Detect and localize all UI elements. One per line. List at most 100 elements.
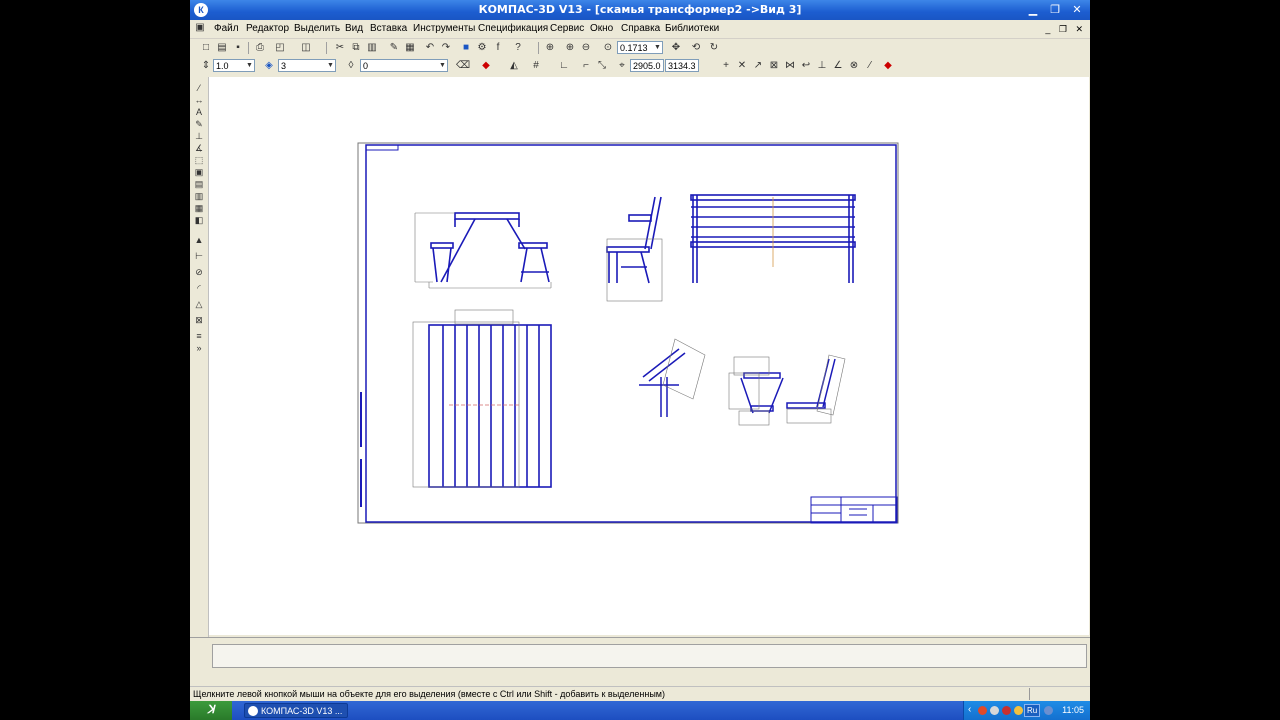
coord-y-field[interactable]: 3134.3 bbox=[665, 59, 699, 72]
menu-libraries[interactable]: Библиотеки bbox=[665, 23, 719, 34]
view-manager-icon[interactable]: ◫ bbox=[300, 42, 312, 54]
dimensions-icon[interactable]: ↔ bbox=[193, 95, 205, 105]
snap-on-curve-icon[interactable]: ⁄ bbox=[864, 60, 876, 72]
format-painter-icon[interactable]: ✎ bbox=[388, 42, 400, 54]
parametrization-icon[interactable]: ⊥ bbox=[193, 131, 205, 141]
copy-icon[interactable]: ⧉ bbox=[350, 42, 362, 54]
spec-icon[interactable]: ▤ bbox=[193, 179, 205, 189]
print-icon[interactable]: ⎙ bbox=[254, 42, 266, 54]
snap-intersection-icon[interactable]: + bbox=[720, 60, 732, 72]
local-cs-icon[interactable]: ∟ bbox=[558, 60, 570, 72]
open-folder-icon[interactable]: ▤ bbox=[216, 42, 228, 54]
snap-angle-icon[interactable]: ∠ bbox=[832, 60, 844, 72]
coord-x-field[interactable]: 2905.0 bbox=[630, 59, 664, 72]
mdi-window-buttons[interactable]: _ ❐ ✕ bbox=[1045, 24, 1086, 35]
circle-icon[interactable]: ⊘ bbox=[193, 267, 205, 277]
paste-icon[interactable]: ▥ bbox=[366, 42, 378, 54]
context-help-icon[interactable]: ? bbox=[512, 42, 524, 54]
chevron-down-icon[interactable]: ▼ bbox=[245, 60, 254, 71]
snap-nearest-icon[interactable]: ↗ bbox=[752, 60, 764, 72]
tray-network-icon[interactable] bbox=[990, 706, 999, 715]
zoom-combo[interactable]: 0.1713 ▼ bbox=[617, 41, 663, 54]
properties-icon[interactable]: ▦ bbox=[404, 42, 416, 54]
arc-icon[interactable]: ◜ bbox=[193, 283, 205, 293]
snap-middle-icon[interactable]: ⊠ bbox=[768, 60, 780, 72]
menu-file[interactable]: Файл bbox=[214, 23, 239, 34]
minimize-button[interactable]: ▁ bbox=[1024, 2, 1042, 18]
point-icon[interactable]: ▲ bbox=[193, 235, 205, 245]
taskbar-item-kompas[interactable]: КОМПАС-3D V13 ... bbox=[244, 703, 348, 718]
start-button[interactable]: ꓘ bbox=[190, 701, 232, 720]
clear-style-icon[interactable]: ⌫ bbox=[456, 60, 470, 72]
hatch-icon[interactable]: ≡ bbox=[193, 331, 205, 341]
menu-view[interactable]: Вид bbox=[345, 23, 363, 34]
chevron-down-icon[interactable]: ▼ bbox=[438, 60, 447, 71]
editing-icon[interactable]: ✎ bbox=[193, 119, 205, 129]
properties-field[interactable] bbox=[212, 644, 1087, 668]
associative-views-icon[interactable]: ▣ bbox=[193, 167, 205, 177]
tray-volume-icon[interactable] bbox=[1014, 706, 1023, 715]
tray-security-icon[interactable] bbox=[1002, 706, 1011, 715]
snap-point-icon[interactable]: ✕ bbox=[736, 60, 748, 72]
menu-insert[interactable]: Вставка bbox=[370, 23, 407, 34]
layer-icon[interactable]: ◈ bbox=[263, 60, 275, 72]
local-snap-icon[interactable]: ◭ bbox=[508, 60, 520, 72]
snap-center-icon[interactable]: ⋈ bbox=[784, 60, 796, 72]
undo-icon[interactable]: ↶ bbox=[424, 42, 436, 54]
rotate-view-icon[interactable]: ⟲ bbox=[690, 42, 702, 54]
chevron-down-icon[interactable]: ▼ bbox=[326, 60, 335, 71]
insert-icon[interactable]: ▦ bbox=[193, 203, 205, 213]
redo-icon[interactable]: ↷ bbox=[440, 42, 452, 54]
tray-keyboard-icon[interactable] bbox=[1044, 706, 1053, 715]
zoom-out-icon[interactable]: ⊖ bbox=[580, 42, 592, 54]
snap-normal-icon[interactable]: ⊥ bbox=[816, 60, 828, 72]
document-menu-icon[interactable]: ▣ bbox=[194, 22, 206, 34]
snap-global-icon[interactable]: ◆ bbox=[480, 60, 492, 72]
ortho-icon[interactable]: ⌐ bbox=[580, 60, 592, 72]
line-style-icon[interactable]: ◊ bbox=[345, 60, 357, 72]
snap-tangent-icon[interactable]: ↩ bbox=[800, 60, 812, 72]
chevron-down-icon[interactable]: ▼ bbox=[653, 42, 662, 53]
tray-app-icon[interactable] bbox=[978, 706, 987, 715]
designations-icon[interactable]: A bbox=[193, 107, 205, 117]
manager-icon[interactable]: ■ bbox=[460, 42, 472, 54]
round-icon[interactable]: ⤡ bbox=[596, 60, 608, 72]
pan-icon[interactable]: ✥ bbox=[670, 42, 682, 54]
coordinates-icon[interactable]: ⌖ bbox=[616, 60, 628, 72]
cut-icon[interactable]: ✂ bbox=[334, 42, 346, 54]
measure-icon[interactable]: ∡ bbox=[193, 143, 205, 153]
segment-icon[interactable]: ⊢ bbox=[193, 251, 205, 261]
reports-icon[interactable]: ▥ bbox=[193, 191, 205, 201]
language-indicator[interactable]: Ru bbox=[1024, 704, 1041, 717]
step-combo[interactable]: 1.0 ▼ bbox=[213, 59, 255, 72]
geometry-icon[interactable]: ⁄ bbox=[193, 83, 205, 93]
restore-button[interactable]: ❐ bbox=[1046, 2, 1064, 18]
new-document-icon[interactable]: □ bbox=[200, 42, 212, 54]
fx-icon[interactable]: f bbox=[492, 42, 504, 54]
tray-expand-icon[interactable]: ‹ bbox=[968, 704, 971, 715]
menu-edit[interactable]: Редактор bbox=[246, 23, 289, 34]
refresh-icon[interactable]: ↻ bbox=[708, 42, 720, 54]
variables-icon[interactable]: ⚙ bbox=[476, 42, 488, 54]
layer-combo[interactable]: 3 ▼ bbox=[278, 59, 336, 72]
menu-service[interactable]: Сервис bbox=[550, 23, 584, 34]
selection-icon[interactable]: ⬚ bbox=[193, 155, 205, 165]
menu-select[interactable]: Выделить bbox=[294, 23, 340, 34]
macro-icon[interactable]: ◧ bbox=[193, 215, 205, 225]
menu-specification[interactable]: Спецификация bbox=[478, 23, 548, 34]
polygon-icon[interactable]: △ bbox=[193, 299, 205, 309]
rectangle-icon[interactable]: ⊠ bbox=[193, 315, 205, 325]
grid-icon[interactable]: # bbox=[530, 60, 542, 72]
menu-window[interactable]: Окно bbox=[590, 23, 613, 34]
title-bar[interactable]: К КОМПАС-3D V13 - [скамья трансформер2 -… bbox=[190, 0, 1090, 20]
zoom-scale-icon[interactable]: ⊙ bbox=[602, 42, 614, 54]
menu-tools[interactable]: Инструменты bbox=[413, 23, 475, 34]
preview-icon[interactable]: ◰ bbox=[274, 42, 286, 54]
expand-icon[interactable]: » bbox=[193, 343, 205, 353]
snap-settings-icon[interactable]: ◆ bbox=[882, 60, 894, 72]
zoom-frame-icon[interactable]: ⊕ bbox=[544, 42, 556, 54]
style-combo[interactable]: 0 ▼ bbox=[360, 59, 448, 72]
close-button[interactable]: ✕ bbox=[1068, 2, 1086, 18]
drawing-canvas[interactable] bbox=[209, 77, 1089, 635]
menu-help[interactable]: Справка bbox=[621, 23, 660, 34]
